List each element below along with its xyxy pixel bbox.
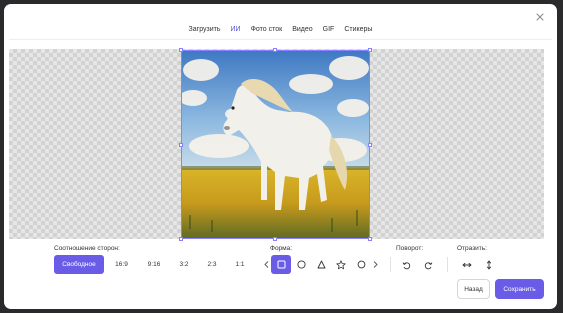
crop-handle-top-left[interactable] xyxy=(179,48,183,52)
shape-square-button[interactable] xyxy=(271,255,291,274)
flip-horizontal-icon xyxy=(462,262,472,268)
divider xyxy=(390,257,391,272)
shape-prev-button[interactable] xyxy=(262,255,271,274)
ratio-9-16-button[interactable]: 9:16 xyxy=(139,255,169,274)
tab-stickers[interactable]: Стикеры xyxy=(339,24,377,40)
circle-outline-icon xyxy=(357,260,365,269)
flip-horizontal-button[interactable] xyxy=(459,257,475,273)
aspect-ratio-options: Свободное 16:9 9:16 3:2 2:3 1:1 xyxy=(54,255,255,274)
ratio-2-3-button[interactable]: 2:3 xyxy=(199,255,225,274)
crop-handle-bottom[interactable] xyxy=(273,237,277,241)
crop-canvas[interactable] xyxy=(9,48,544,241)
close-button[interactable] xyxy=(534,11,546,23)
image-editor-modal: Загрузить ИИ Фото сток Видео GIF Стикеры xyxy=(4,4,557,309)
ratio-1-1-button[interactable]: 1:1 xyxy=(225,255,255,274)
rotate-left-icon xyxy=(402,261,410,269)
shape-next-button[interactable] xyxy=(371,255,380,274)
ratio-free-button[interactable]: Свободное xyxy=(54,255,104,274)
rotate-right-icon xyxy=(424,261,432,269)
divider xyxy=(447,257,448,272)
crop-handle-bottom-left[interactable] xyxy=(179,237,183,241)
square-icon xyxy=(277,260,285,269)
tab-ai[interactable]: ИИ xyxy=(226,24,246,40)
ratio-16-9-button[interactable]: 16:9 xyxy=(104,255,139,274)
star-icon xyxy=(336,259,346,269)
tab-video[interactable]: Видео xyxy=(287,24,317,40)
tabs-divider xyxy=(9,39,552,40)
shape-circle-outline-button[interactable] xyxy=(351,255,371,274)
tab-upload[interactable]: Загрузить xyxy=(184,24,226,40)
horse-image xyxy=(181,50,370,239)
circle-icon xyxy=(296,260,306,269)
rotate-right-button[interactable] xyxy=(420,257,436,273)
triangle-icon xyxy=(317,260,325,269)
flip-vertical-button[interactable] xyxy=(481,257,497,273)
rotate-left-button[interactable] xyxy=(398,257,414,273)
source-tabs: Загрузить ИИ Фото сток Видео GIF Стикеры xyxy=(4,24,557,40)
close-icon xyxy=(536,13,544,21)
save-button[interactable]: Сохранить xyxy=(495,279,544,299)
flip-vertical-icon xyxy=(486,260,492,270)
crop-handle-bottom-right[interactable] xyxy=(368,237,372,241)
shape-options xyxy=(262,255,380,274)
aspect-ratio-label: Соотношение сторон: xyxy=(54,245,120,252)
shape-circle-button[interactable] xyxy=(291,255,311,274)
chevron-left-icon xyxy=(264,261,269,268)
image-preview xyxy=(181,50,370,239)
tab-gif[interactable]: GIF xyxy=(318,24,340,40)
rotate-label: Поворот: xyxy=(396,245,424,252)
shape-label: Форма: xyxy=(270,245,293,252)
ratio-3-2-button[interactable]: 3:2 xyxy=(169,255,199,274)
crop-handle-top-right[interactable] xyxy=(368,48,372,52)
crop-handle-top[interactable] xyxy=(273,48,277,52)
tab-stock-photo[interactable]: Фото сток xyxy=(246,24,288,40)
back-button[interactable]: Назад xyxy=(457,279,490,299)
shape-triangle-button[interactable] xyxy=(311,255,331,274)
chevron-right-icon xyxy=(373,261,378,268)
crop-handle-left[interactable] xyxy=(179,143,183,147)
crop-handle-right[interactable] xyxy=(368,143,372,147)
shape-star-button[interactable] xyxy=(331,255,351,274)
flip-label: Отразить: xyxy=(457,245,487,252)
